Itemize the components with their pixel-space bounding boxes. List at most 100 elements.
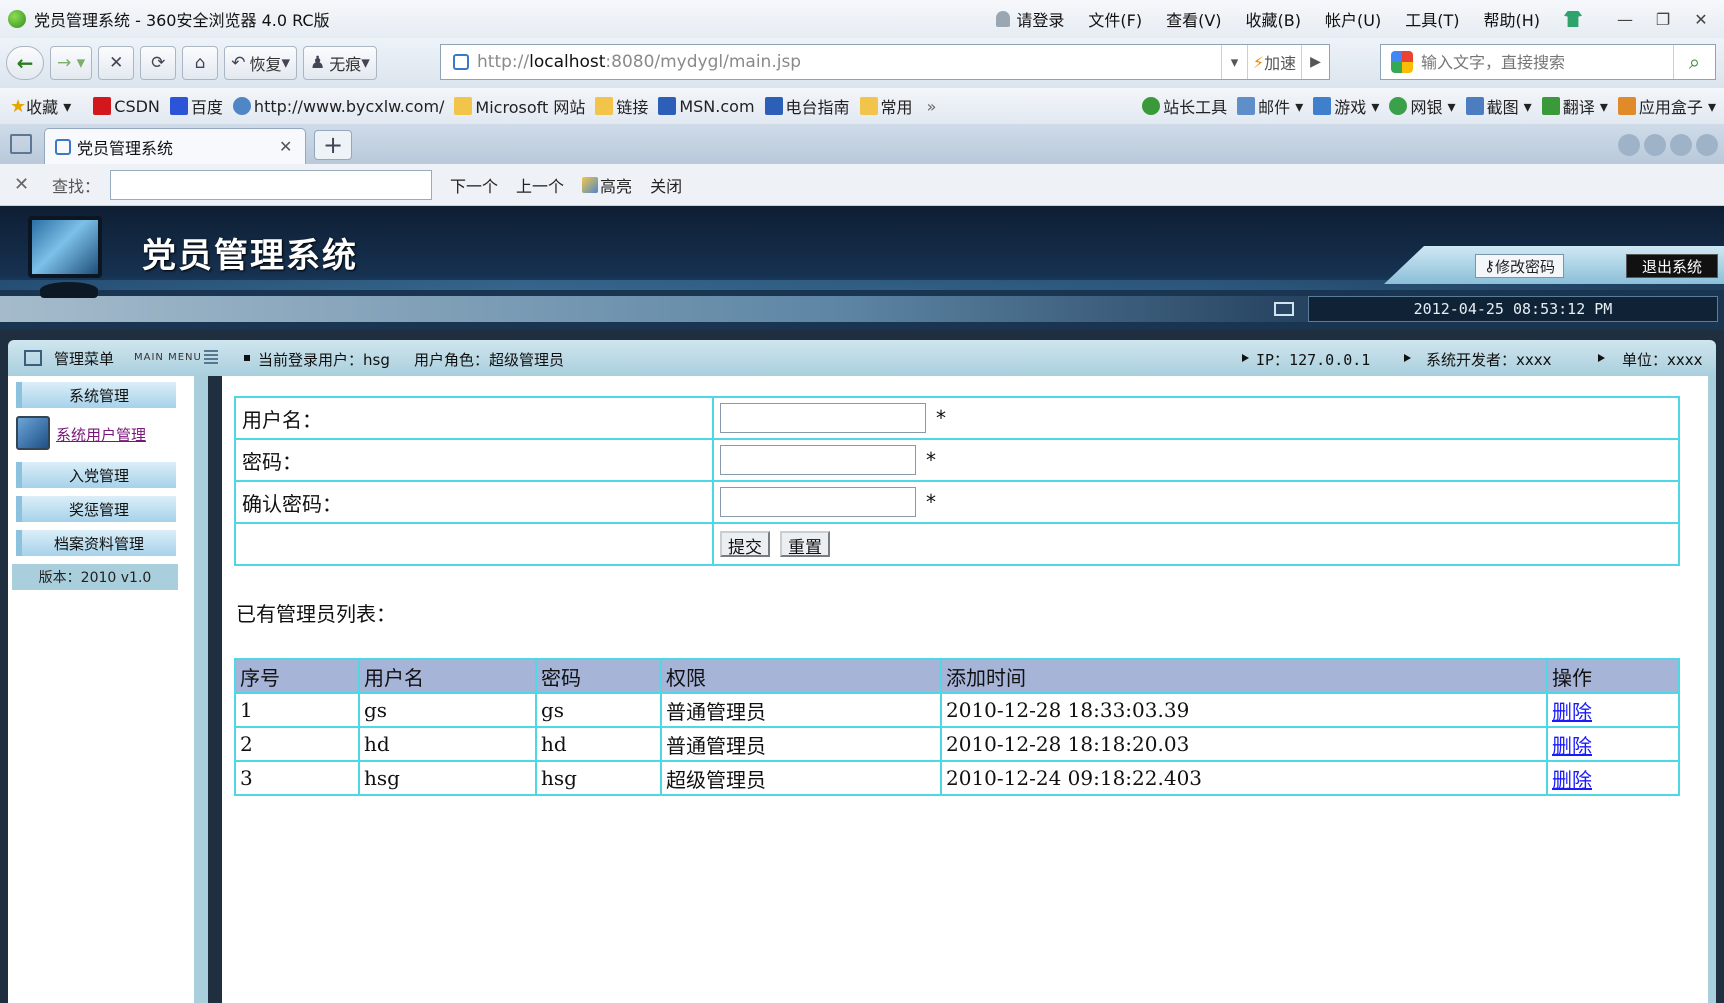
tool-translate[interactable]: 翻译 ▾	[1541, 94, 1608, 118]
cell-action: 删除	[1546, 760, 1680, 796]
star-icon: ★	[10, 95, 27, 117]
confirm-password-label: 确认密码：	[234, 480, 714, 524]
sidebar-toggle-icon[interactable]	[10, 134, 32, 154]
username-input[interactable]	[720, 403, 926, 433]
bookmark-msn[interactable]: MSN.com	[658, 97, 755, 116]
refresh-button[interactable]: ⟳	[140, 46, 177, 80]
submit-button[interactable]: 提交	[720, 530, 770, 558]
tab-close-all-icon[interactable]	[1696, 134, 1718, 156]
sidebar-item-system[interactable]: 系统管理	[16, 382, 176, 408]
tool-webmaster[interactable]: 站长工具	[1142, 94, 1227, 118]
menu-file[interactable]: 文件(F)	[1088, 7, 1142, 31]
delete-link[interactable]: 删除	[1552, 700, 1592, 724]
tab-prev-icon[interactable]	[1618, 134, 1640, 156]
find-close-button[interactable]: 关闭	[650, 173, 682, 197]
table-row: 3 hsg hsg 超级管理员 2010-12-24 09:18:22.403 …	[234, 760, 1680, 796]
sidebar-item-rewards[interactable]: 奖惩管理	[16, 496, 176, 522]
cell-username: gs	[358, 692, 537, 728]
restore-window-icon[interactable]: ❐	[1648, 7, 1678, 31]
bookmark-links[interactable]: 链接	[595, 94, 648, 118]
tool-label: 翻译	[1562, 98, 1595, 117]
minimize-icon[interactable]: —	[1610, 7, 1640, 31]
logout-button[interactable]: 退出系统	[1626, 254, 1718, 278]
bookmarks-more-icon[interactable]: »	[927, 97, 937, 116]
find-next-button[interactable]: 下一个	[450, 173, 498, 197]
back-button[interactable]: ←	[6, 46, 44, 80]
forward-button[interactable]: → ▾	[50, 46, 93, 80]
confirm-password-input[interactable]	[720, 487, 916, 517]
delete-link[interactable]: 删除	[1552, 734, 1592, 758]
username-label: 用户名：	[234, 396, 714, 440]
highlight-button[interactable]: 高亮	[600, 173, 632, 197]
find-input[interactable]	[110, 169, 433, 200]
tool-mail[interactable]: 邮件 ▾	[1237, 94, 1303, 118]
tab-controls	[1614, 134, 1718, 156]
password-input[interactable]	[720, 445, 916, 475]
tool-appbox[interactable]: 应用盒子 ▾	[1617, 94, 1716, 118]
tool-screenshot[interactable]: 截图 ▾	[1465, 94, 1532, 118]
find-prev-button[interactable]: 上一个	[516, 173, 564, 197]
restore-button[interactable]: ↶ 恢复 ▾	[224, 46, 297, 80]
highlight-icon	[582, 176, 599, 193]
close-tab-icon[interactable]: ✕	[279, 137, 299, 156]
menu-favorites[interactable]: 收藏(B)	[1246, 7, 1301, 31]
tab-next-icon[interactable]	[1644, 134, 1666, 156]
home-button[interactable]: ⌂	[182, 46, 219, 80]
sidebar-link-system-users[interactable]: 系统用户管理	[56, 424, 146, 445]
url-text[interactable]: http://localhost:8080/mydygl/main.jsp	[477, 52, 1221, 72]
bookmark-favorites[interactable]: ★ 收藏 ▾	[10, 94, 71, 118]
bookmark-common[interactable]: 常用	[859, 94, 913, 118]
menu-login[interactable]: 请登录	[1016, 7, 1064, 31]
change-password-button[interactable]: ⚷ 修改密码	[1474, 254, 1564, 278]
required-mark: *	[926, 490, 936, 514]
current-user: 当前登录用户：hsg	[258, 351, 390, 369]
arrow-icon	[1598, 354, 1605, 362]
go-icon[interactable]: ▶	[1301, 45, 1329, 79]
browser-logo-icon	[8, 10, 26, 28]
menu-account[interactable]: 帐户(U)	[1325, 7, 1381, 31]
bookmark-label: 百度	[190, 98, 223, 117]
change-password-label: 修改密码	[1494, 257, 1555, 276]
bookmark-baidu[interactable]: 百度	[169, 94, 223, 118]
menu-subtitle: MAIN MENU	[134, 352, 202, 363]
new-tab-button[interactable]: +	[314, 130, 352, 160]
stop-button[interactable]: ✕	[98, 46, 135, 80]
close-window-icon[interactable]: ✕	[1686, 7, 1716, 31]
form-row-password: 密码： *	[234, 438, 1680, 482]
reset-button[interactable]: 重置	[780, 530, 830, 558]
bookmark-microsoft[interactable]: Microsoft 网站	[454, 94, 585, 118]
delete-link[interactable]: 删除	[1552, 768, 1592, 792]
private-mode-button[interactable]: ♟ 无痕 ▾	[303, 46, 377, 80]
tab-list-icon[interactable]	[1670, 134, 1692, 156]
skin-icon[interactable]	[1564, 11, 1582, 27]
menu-view[interactable]: 查看(V)	[1166, 7, 1221, 31]
search-icon[interactable]: ⌕	[1673, 45, 1715, 79]
menu-tools[interactable]: 工具(T)	[1405, 7, 1459, 31]
required-mark: *	[926, 448, 936, 472]
ie-icon	[232, 97, 251, 115]
menu-help[interactable]: 帮助(H)	[1483, 7, 1540, 31]
cell-permission: 超级管理员	[660, 760, 942, 796]
tab-party-system[interactable]: 党员管理系统 ✕	[44, 128, 306, 164]
search-engine-icon[interactable]	[1391, 51, 1413, 73]
bookmark-bycxlw[interactable]: http://www.bycxlw.com/	[232, 97, 444, 116]
search-box: ⌕	[1380, 44, 1716, 80]
main-menu-sidebar: 系统管理 系统用户管理 入党管理 奖惩管理 档案资料管理 版本：2010 v1.…	[8, 376, 208, 1003]
sidebar-item-archives[interactable]: 档案资料管理	[16, 530, 176, 556]
url-dropdown-icon[interactable]: ▾	[1221, 45, 1247, 79]
tool-banking[interactable]: 网银 ▾	[1389, 94, 1456, 118]
close-find-icon[interactable]: ✕	[14, 174, 34, 195]
bank-icon	[1389, 97, 1408, 115]
admin-list-title: 已有管理员列表：	[236, 602, 396, 626]
address-bar[interactable]: http://localhost:8080/mydygl/main.jsp ▾ …	[440, 44, 1330, 80]
tab-bar: 党员管理系统 ✕ +	[0, 124, 1724, 164]
url-prefix: http://	[477, 52, 530, 72]
ip-address: IP：127.0.0.1	[1256, 351, 1371, 369]
bookmark-radio[interactable]: 电台指南	[764, 94, 850, 118]
sidebar-item-join-party[interactable]: 入党管理	[16, 462, 176, 488]
accelerate-button[interactable]: ⚡ 加速	[1247, 45, 1301, 79]
bookmark-csdn[interactable]: CSDN	[93, 97, 160, 116]
tool-games[interactable]: 游戏 ▾	[1313, 94, 1379, 118]
search-input[interactable]	[1421, 52, 1673, 72]
info-bar: 管理菜单 MAIN MENU 当前登录用户：hsg 用户角色：超级管理员 IP：…	[8, 340, 1716, 376]
